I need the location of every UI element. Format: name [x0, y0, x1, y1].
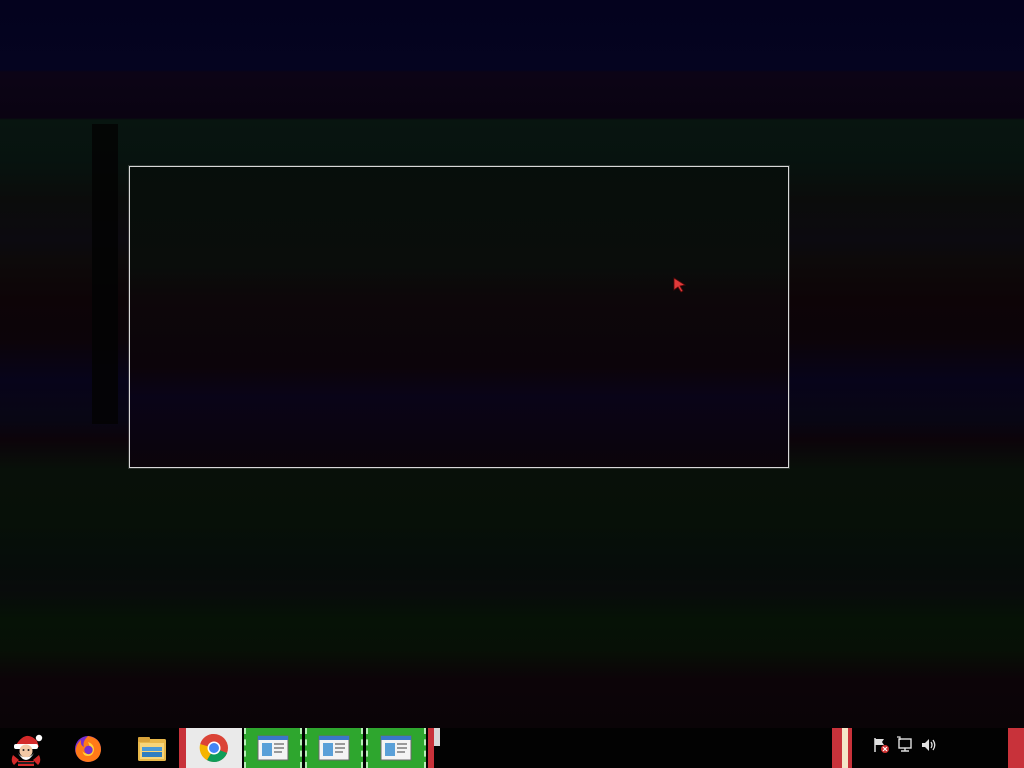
santa-start-icon: [6, 729, 46, 767]
network-icon: [896, 736, 914, 758]
tray-volume-button[interactable]: [920, 738, 938, 756]
taskbar-file-explorer-button[interactable]: [126, 728, 178, 768]
desktop[interactable]: [0, 0, 1024, 728]
speaker-icon: [920, 736, 938, 758]
tray-action-center-button[interactable]: [872, 738, 890, 756]
start-button[interactable]: [2, 728, 50, 768]
show-desktop-button[interactable]: [1008, 728, 1024, 768]
taskbar-overflow-handle[interactable]: [434, 728, 440, 746]
firefox-icon: [72, 732, 104, 764]
file-explorer-icon: [136, 733, 168, 763]
taskbar-chrome-button[interactable]: [186, 728, 242, 768]
chrome-icon: [198, 732, 230, 764]
mouse-cursor-icon: [673, 277, 687, 293]
taskbar-window-button-3[interactable]: [366, 728, 426, 768]
taskbar-window-button-1[interactable]: [244, 728, 302, 768]
action-center-flag-icon: [872, 736, 890, 758]
taskbar-firefox-button[interactable]: [60, 728, 116, 768]
tray-app-icon[interactable]: [832, 728, 852, 768]
taskbar-separator: [179, 728, 186, 768]
window-app-icon: [318, 735, 350, 761]
taskbar-window-button-2[interactable]: [305, 728, 363, 768]
selection-rectangle: [129, 166, 789, 468]
wallpaper-shadow: [92, 124, 118, 424]
window-app-icon: [257, 735, 289, 761]
tray-network-button[interactable]: [896, 736, 914, 758]
window-app-icon: [380, 735, 412, 761]
taskbar: [0, 728, 1024, 768]
